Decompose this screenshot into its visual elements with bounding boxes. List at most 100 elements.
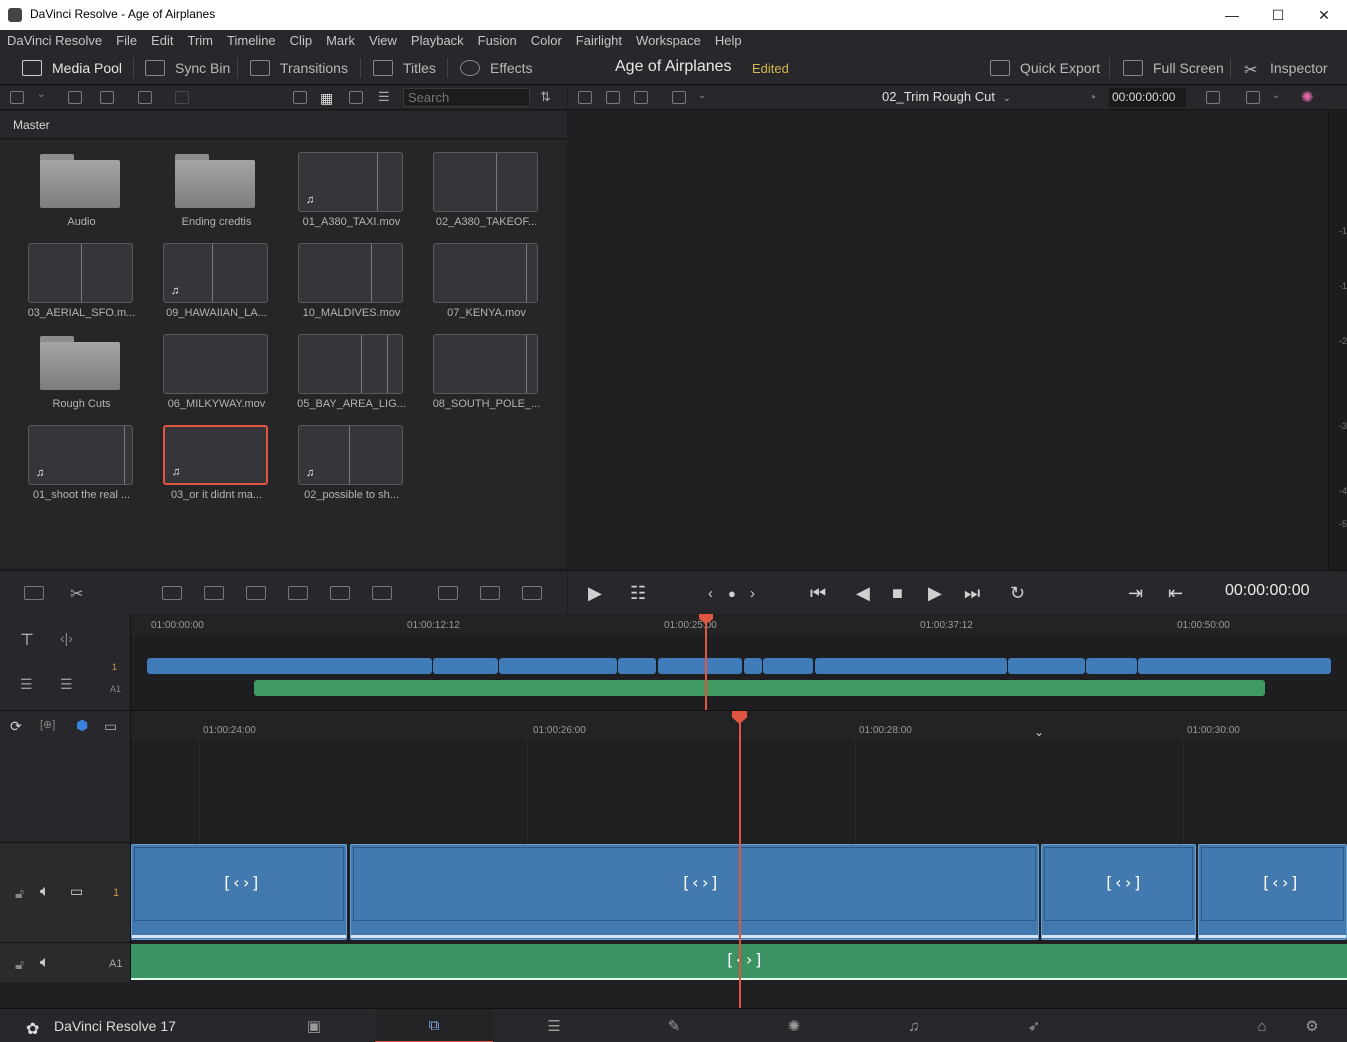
chevron-down-icon[interactable]: ⌄ — [1272, 90, 1280, 101]
menu-help[interactable]: Help — [708, 33, 749, 48]
cut-page-icon[interactable]: ⧉ — [375, 1009, 493, 1042]
effects-button[interactable]: Effects — [460, 50, 533, 85]
clip-item[interactable]: ♫ 02_possible to sh... — [286, 413, 406, 501]
import-icon[interactable] — [100, 91, 114, 104]
color-page-icon[interactable]: ✺ — [735, 1009, 853, 1042]
mini-video-clip[interactable] — [815, 658, 1007, 674]
mini-video-clip[interactable] — [433, 658, 498, 674]
razor-icon[interactable]: ✂ — [70, 584, 83, 604]
video-clip[interactable]: [‹›] — [1198, 844, 1347, 940]
upper-tracks[interactable] — [131, 636, 1347, 710]
grid-icon[interactable] — [634, 91, 648, 104]
menu-playback[interactable]: Playback — [404, 33, 471, 48]
folder-item[interactable]: Ending credtis — [151, 140, 271, 228]
clip-item[interactable]: 03_AERIAL_SFO.m... — [16, 231, 136, 319]
prev-edit-icon[interactable]: ⇤ — [1168, 583, 1183, 604]
maximize-icon[interactable]: ☐ — [1255, 0, 1301, 30]
clip-item[interactable]: 02_A380_TAKEOF... — [421, 140, 541, 228]
clip-item[interactable]: 10_MALDIVES.mov — [286, 231, 406, 319]
menu-file[interactable]: File — [109, 33, 144, 48]
chevron-down-icon[interactable]: ⌄ — [1034, 725, 1044, 739]
speaker-icon[interactable]: 🔈︎ — [40, 883, 50, 901]
deliver-page-icon[interactable]: ➶ — [975, 1009, 1093, 1042]
monitor-icon[interactable]: ▭ — [70, 883, 83, 900]
menu-fusion[interactable]: Fusion — [471, 33, 524, 48]
lock-icon[interactable]: 🔓︎ — [15, 956, 24, 973]
upper-playhead[interactable] — [705, 614, 707, 710]
insert-clip-icon[interactable] — [162, 586, 182, 600]
speaker-icon[interactable]: 🔈︎ — [40, 954, 50, 972]
overwrite-clip-icon[interactable] — [204, 586, 224, 600]
clip-item[interactable]: ♫ 01_shoot the real ... — [16, 413, 136, 501]
menu-color[interactable]: Color — [524, 33, 569, 48]
media-pool-button[interactable]: Media Pool — [22, 50, 122, 85]
edit-page-icon[interactable]: ☰ — [495, 1009, 613, 1042]
mini-video-clip[interactable] — [1138, 658, 1331, 674]
folder-item[interactable]: Rough Cuts — [16, 322, 136, 410]
prev-frame-chevron-icon[interactable]: ‹ — [708, 585, 713, 602]
clip-item[interactable]: ♫ 09_HAWAIIAN_LA... — [151, 231, 271, 319]
video-clip[interactable]: [‹›] — [350, 844, 1039, 940]
play-around-icon[interactable]: ▶ — [588, 583, 602, 604]
reverse-play-icon[interactable]: ◀ — [856, 583, 870, 604]
menu-mark[interactable]: Mark — [319, 33, 362, 48]
overlay-icon[interactable] — [1246, 91, 1260, 104]
place-on-top-icon[interactable] — [330, 586, 350, 600]
settings-sliders-icon[interactable]: ☷ — [630, 583, 646, 604]
menu-edit[interactable]: Edit — [144, 33, 180, 48]
sidebar-toggle-icon[interactable] — [10, 91, 24, 104]
source-overwrite-icon[interactable] — [522, 586, 542, 600]
menu-clip[interactable]: Clip — [283, 33, 319, 48]
chevron-down-icon[interactable]: ⌄ — [698, 90, 706, 101]
lower-playhead[interactable] — [739, 712, 741, 1008]
timeline-name-dropdown[interactable]: 02_Trim Rough Cut ⌄ — [882, 89, 1011, 104]
clip-item[interactable]: 05_BAY_AREA_LIG... — [286, 322, 406, 410]
menu-fairlight[interactable]: Fairlight — [569, 33, 629, 48]
inspector-button[interactable]: ✂ Inspector — [1244, 50, 1328, 85]
quick-export-button[interactable]: Quick Export — [990, 50, 1100, 85]
mini-video-clip[interactable] — [618, 658, 656, 674]
mini-video-clip[interactable] — [499, 658, 617, 674]
thumbnail-view-icon[interactable]: ▦ — [320, 90, 333, 107]
upper-ruler[interactable]: 01:00:00:00 01:00:12:12 01:00:25:00 01:0… — [131, 614, 1347, 636]
color-wand-icon[interactable]: ✺ — [1301, 88, 1314, 106]
list-view-icon[interactable]: ☰ — [378, 89, 390, 105]
viewer-options-icon[interactable] — [1206, 91, 1220, 104]
mini-video-clip[interactable] — [658, 658, 742, 674]
append-icon[interactable] — [372, 586, 392, 600]
dynamic-trim-icon[interactable]: ‹|› — [60, 630, 73, 646]
clip-item[interactable]: ♫ 01_A380_TAXI.mov — [286, 140, 406, 228]
fit-to-fill-icon[interactable] — [288, 586, 308, 600]
play-icon[interactable]: ▶ — [928, 583, 942, 604]
viewer-screen[interactable] — [568, 111, 1328, 569]
loop-icon[interactable]: ↻ — [1010, 583, 1025, 604]
minimize-icon[interactable]: — — [1209, 0, 1255, 30]
replace-clip-icon[interactable] — [246, 586, 266, 600]
next-edit-icon[interactable]: ⇥ — [1128, 583, 1143, 604]
fairlight-page-icon[interactable]: ♫ — [855, 1009, 973, 1042]
mini-video-clip[interactable] — [763, 658, 813, 674]
new-bin-icon[interactable] — [68, 91, 82, 104]
media-page-icon[interactable]: ▣ — [255, 1009, 373, 1042]
snapping-icon[interactable]: ⟳ — [10, 718, 22, 735]
flag-icon[interactable]: ⬢ — [76, 717, 88, 734]
close-up-icon[interactable] — [480, 586, 500, 600]
menu-view[interactable]: View — [362, 33, 404, 48]
mini-video-clip[interactable] — [1086, 658, 1137, 674]
close-icon[interactable]: ✕ — [1301, 0, 1347, 30]
trim-tool-icon[interactable]: ⊤ — [20, 630, 34, 650]
ripple-overwrite-icon[interactable] — [438, 586, 458, 600]
go-to-end-icon[interactable]: ⏭ — [964, 583, 980, 604]
image-view-icon[interactable] — [578, 91, 592, 104]
link-icon[interactable] — [175, 91, 189, 104]
clip-item[interactable]: 06_MILKYWAY.mov — [151, 322, 271, 410]
viewer-timecode[interactable]: 00:00:00:00 — [1109, 88, 1186, 107]
video-clip[interactable]: [‹›] — [1041, 844, 1196, 940]
gear-icon[interactable]: ⚙ — [1282, 1009, 1342, 1042]
go-to-start-icon[interactable]: ⏮ — [810, 583, 826, 604]
mini-video-clip[interactable] — [744, 658, 762, 674]
sync-bin-button[interactable]: Sync Bin — [145, 50, 230, 85]
lock-icon[interactable]: 🔓︎ — [15, 885, 24, 902]
linked-selection-icon[interactable]: [⊕] — [40, 718, 55, 731]
audio-options-icon[interactable]: ☰ — [60, 676, 73, 693]
